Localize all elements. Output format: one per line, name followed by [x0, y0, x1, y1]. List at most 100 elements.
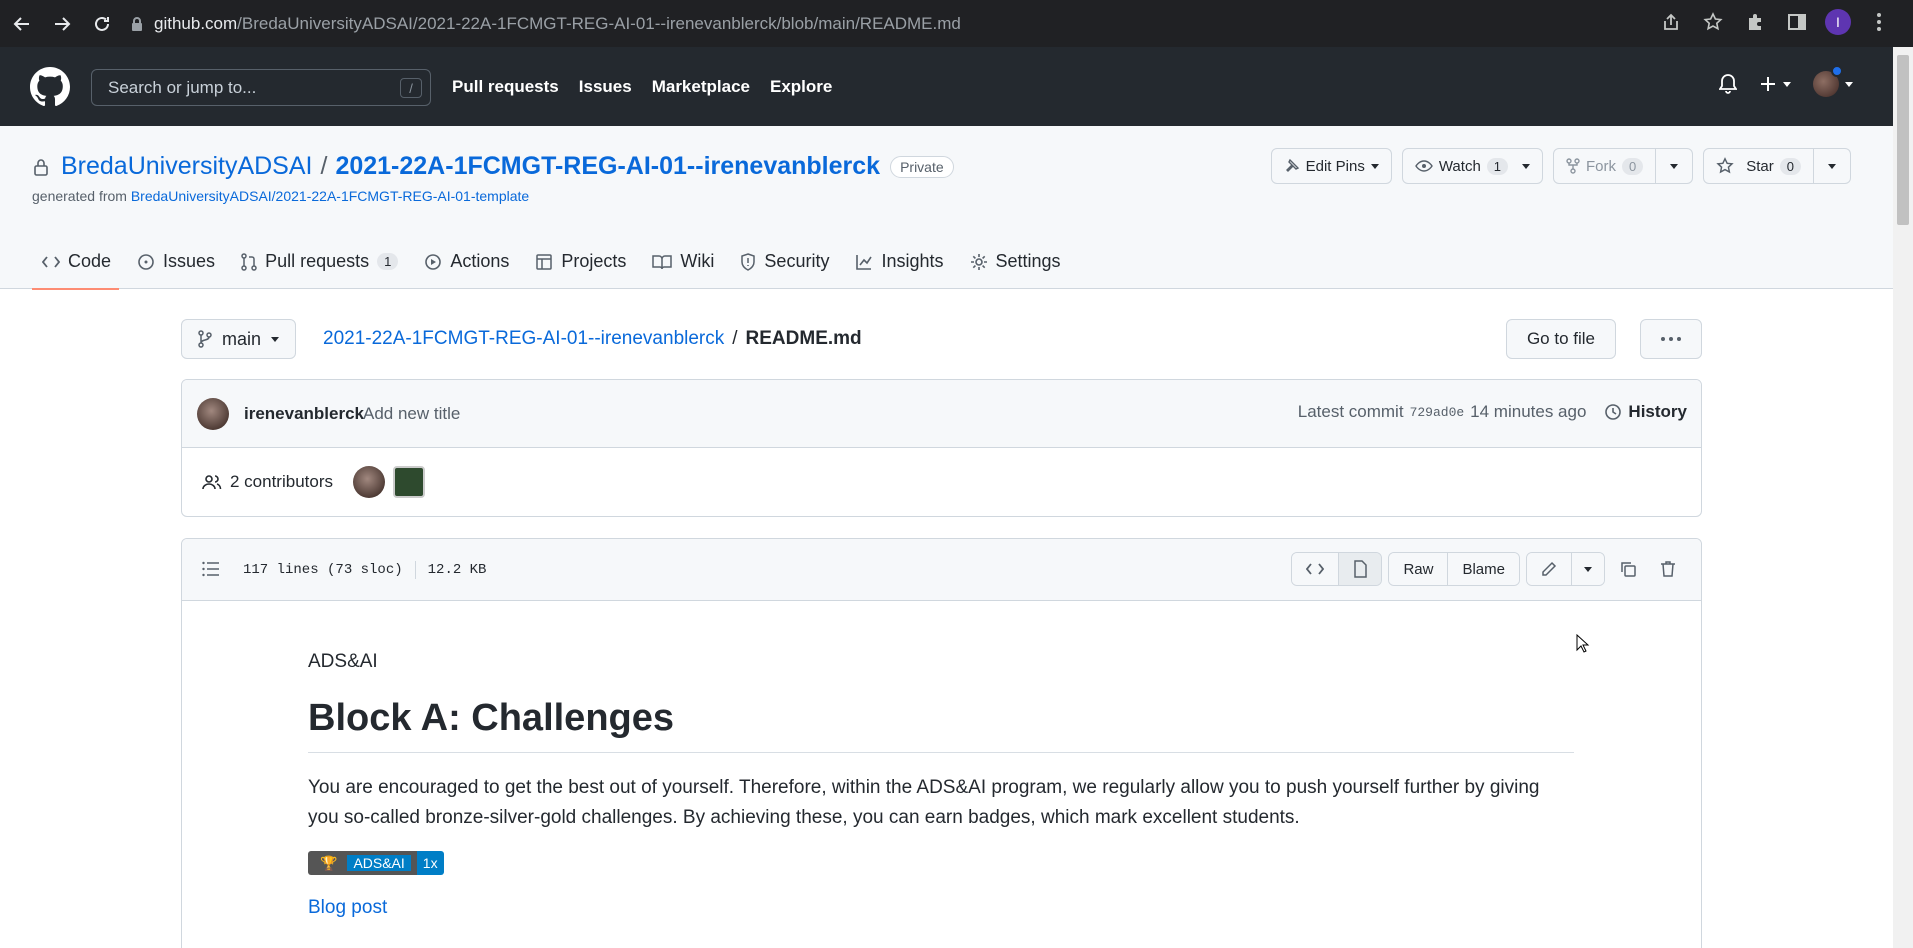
branch-name: main — [222, 328, 262, 349]
user-menu[interactable] — [1813, 65, 1853, 97]
fork-button[interactable]: Fork 0 — [1553, 148, 1657, 184]
nav-marketplace[interactable]: Marketplace — [652, 77, 750, 97]
browser-menu-icon[interactable] — [1865, 8, 1893, 36]
file-viewer: 117 lines (73 sloc) 12.2 KB Raw Blame AD… — [181, 538, 1702, 948]
edit-pins-label: Edit Pins — [1305, 157, 1365, 175]
github-header: Search or jump to... / Pull requests Iss… — [0, 47, 1893, 126]
star-button[interactable]: Star 0 — [1703, 148, 1814, 184]
branch-icon — [198, 330, 212, 348]
chevron-down-icon — [1845, 81, 1853, 87]
readme-heading: Block A: Challenges — [308, 697, 1574, 753]
visibility-badge: Private — [890, 155, 954, 178]
fork-dropdown[interactable] — [1656, 148, 1694, 184]
go-to-file-button[interactable]: Go to file — [1505, 319, 1616, 359]
tab-pull-requests[interactable]: Pull requests 1 — [229, 246, 412, 289]
pin-icon — [1285, 158, 1299, 172]
code-icon — [1306, 563, 1325, 575]
browser-profile-avatar[interactable]: I — [1825, 9, 1851, 35]
watch-button[interactable]: Watch 1 — [1401, 148, 1544, 184]
list-unordered-icon[interactable] — [202, 561, 220, 577]
file-info: 117 lines (73 sloc) 12.2 KB — [243, 561, 486, 579]
graph-icon — [856, 254, 873, 270]
star-label: Star — [1746, 157, 1774, 175]
github-logo-icon[interactable] — [30, 67, 70, 107]
tab-security[interactable]: Security — [728, 246, 843, 289]
tab-issues[interactable]: Issues — [125, 246, 229, 289]
achievement-badge[interactable]: 🏆 ADS&AI 1x — [308, 851, 444, 875]
more-options-button[interactable] — [1640, 319, 1702, 359]
breadcrumb-repo-link[interactable]: 2021-22A-1FCMGT-REG-AI-01--irenevanblerc… — [323, 328, 724, 350]
copy-icon[interactable] — [1611, 552, 1645, 586]
search-input[interactable]: Search or jump to... / — [91, 69, 431, 106]
history-button[interactable]: History — [1604, 402, 1687, 422]
tab-wiki[interactable]: Wiki — [640, 246, 728, 289]
readme-paragraph: You are encouraged to get the best out o… — [308, 777, 1540, 828]
breadcrumb: 2021-22A-1FCMGT-REG-AI-01--irenevanblerc… — [323, 328, 862, 350]
status-dot — [1831, 65, 1843, 77]
readme-content: ADS&AI Block A: Challenges You are encou… — [308, 651, 1574, 919]
display-rendered-button[interactable] — [1338, 553, 1382, 585]
back-icon[interactable] — [4, 6, 40, 42]
tab-projects[interactable]: Projects — [523, 246, 640, 289]
star-count: 0 — [1779, 157, 1801, 175]
display-source-button[interactable] — [1292, 553, 1339, 585]
nav-issues[interactable]: Issues — [579, 77, 632, 97]
chevron-down-icon — [271, 336, 280, 342]
raw-button[interactable]: Raw — [1389, 553, 1448, 585]
repo-tabs: Code Issues Pull requests 1 Actions Proj… — [30, 246, 1075, 290]
create-new-menu[interactable] — [1759, 75, 1791, 93]
eye-icon — [1415, 160, 1433, 172]
share-icon[interactable] — [1657, 8, 1685, 36]
blog-post-link[interactable]: Blog post — [308, 897, 1574, 919]
search-shortcut-key: / — [400, 78, 422, 98]
tab-label: Pull requests — [265, 251, 370, 271]
edit-button[interactable] — [1527, 553, 1571, 585]
side-panel-icon[interactable] — [1783, 8, 1811, 36]
commit-sha[interactable]: 729ad0e — [1410, 405, 1465, 420]
edit-dropdown[interactable] — [1571, 553, 1604, 585]
extensions-icon[interactable] — [1741, 8, 1769, 36]
lock-icon — [132, 16, 142, 31]
chevron-down-icon — [1370, 163, 1379, 169]
blame-button[interactable]: Blame — [1447, 553, 1519, 585]
tab-code[interactable]: Code — [30, 246, 125, 290]
avatar[interactable] — [353, 466, 385, 498]
file-size: 12.2 KB — [427, 562, 487, 578]
code-icon — [42, 255, 60, 268]
template-link[interactable]: BredaUniversityADSAI/2021-22A-1FCMGT-REG… — [131, 188, 529, 204]
fork-count: 0 — [1622, 157, 1644, 175]
notifications-bell-icon[interactable] — [1719, 74, 1737, 94]
branch-select-button[interactable]: main — [181, 319, 297, 359]
reload-icon[interactable] — [84, 6, 120, 42]
history-icon — [1605, 404, 1622, 420]
bookmark-star-icon[interactable] — [1699, 8, 1727, 36]
tab-label: Insights — [881, 251, 944, 271]
chevron-down-icon — [1584, 566, 1592, 572]
avatar[interactable] — [393, 466, 425, 498]
generated-from: generated from BredaUniversityADSAI/2021… — [32, 188, 529, 204]
page-scrollbar[interactable] — [1893, 47, 1913, 948]
tab-insights[interactable]: Insights — [843, 246, 957, 289]
trash-icon[interactable] — [1651, 552, 1685, 586]
nav-explore[interactable]: Explore — [770, 77, 832, 97]
commit-author[interactable]: irenevanblerck — [244, 404, 364, 424]
forward-icon[interactable] — [44, 6, 80, 42]
star-dropdown[interactable] — [1814, 148, 1851, 184]
file-lines: 117 lines (73 sloc) — [243, 562, 403, 578]
repo-name-link[interactable]: 2021-22A-1FCMGT-REG-AI-01--irenevanblerc… — [335, 152, 880, 181]
avatar[interactable] — [197, 398, 229, 430]
address-bar[interactable]: github.com/BredaUniversityADSAI/2021-22A… — [130, 6, 1913, 41]
gear-icon — [970, 253, 987, 270]
tab-actions[interactable]: Actions — [412, 246, 523, 289]
scrollbar-thumb[interactable] — [1897, 55, 1909, 225]
edit-pins-button[interactable]: Edit Pins — [1270, 148, 1392, 184]
commit-message[interactable]: Add new title — [363, 404, 460, 424]
repo-owner-link[interactable]: BredaUniversityADSAI — [61, 152, 312, 181]
tab-settings[interactable]: Settings — [958, 246, 1075, 289]
table-icon — [536, 253, 553, 270]
lock-icon — [33, 158, 49, 176]
contributors-row[interactable]: 2 contributors — [182, 448, 1701, 516]
nav-pull-requests[interactable]: Pull requests — [452, 77, 559, 97]
fork-label: Fork — [1586, 157, 1617, 175]
chevron-down-icon — [1522, 163, 1531, 169]
